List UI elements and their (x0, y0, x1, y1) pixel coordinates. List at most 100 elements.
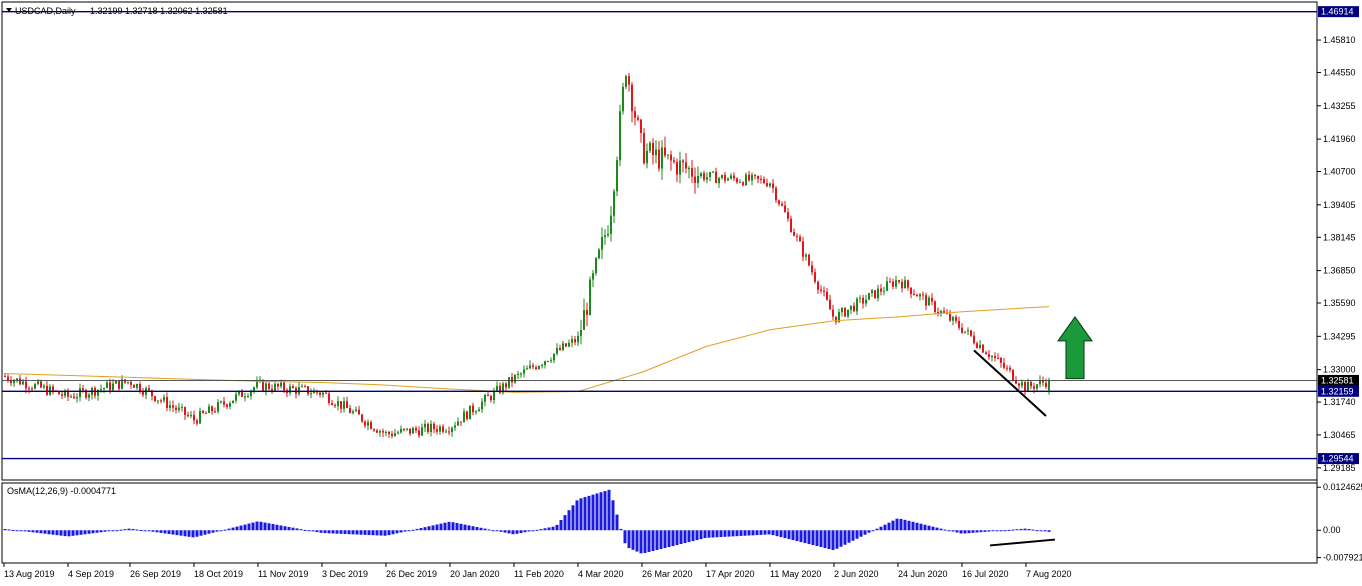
osma-bar (355, 530, 359, 535)
candle-body (934, 301, 936, 312)
candle-body (430, 423, 432, 433)
osma-bar (499, 530, 503, 532)
date-axis-tick-label: 26 Mar 2020 (642, 569, 693, 579)
candle-body (256, 381, 258, 388)
candle-body (901, 281, 903, 289)
osma-bar (611, 500, 615, 531)
osma-bar (271, 524, 275, 531)
candle-body (1003, 362, 1005, 368)
osma-bar (583, 497, 587, 531)
candle-body (418, 430, 420, 436)
osma-bar (523, 530, 527, 533)
candle-body (814, 272, 816, 282)
candle-body (925, 295, 927, 306)
candle-body (844, 308, 846, 317)
osma-bar (855, 530, 859, 539)
osma-bar (191, 530, 195, 538)
osma-bar (1019, 528, 1023, 531)
osma-bar (463, 524, 467, 531)
osma-bar (159, 530, 163, 533)
price-axis-tick-label: 1.33000 (1323, 365, 1356, 375)
candle-body (988, 354, 990, 358)
candle-body (973, 335, 975, 344)
osma-bar (55, 530, 59, 536)
osma-bar (951, 530, 955, 532)
candle-body (367, 422, 369, 426)
osma-bar (395, 530, 399, 534)
date-axis-tick-label: 2 Jun 2020 (834, 569, 879, 579)
candle-body (442, 426, 444, 432)
candle-body (760, 178, 762, 180)
osma-bar (599, 492, 603, 531)
osma-bar (411, 529, 415, 531)
osma-bar (623, 530, 627, 544)
candle-body (373, 429, 375, 431)
osma-bar (1031, 529, 1035, 531)
osma-bar (227, 528, 231, 531)
candle-body (526, 368, 528, 370)
osma-axis-tick-label: 0.00 (1323, 525, 1341, 535)
osma-bar (807, 530, 811, 545)
candle-body (433, 423, 435, 430)
candle-body (715, 171, 717, 184)
osma-bar (943, 529, 947, 531)
candle-body (793, 232, 795, 236)
candle-body (817, 281, 819, 290)
osma-bar (451, 522, 455, 531)
candle-body (553, 353, 555, 361)
candle-body (217, 402, 219, 412)
candle-body (646, 150, 648, 164)
candle-body (625, 76, 627, 87)
osma-bar (267, 523, 271, 531)
candle-body (733, 175, 735, 179)
osma-bar (407, 530, 411, 532)
candle-body (508, 377, 510, 388)
candle-body (388, 431, 390, 435)
osma-bar (783, 530, 787, 539)
osma-bar (591, 494, 595, 531)
osma-bar (135, 529, 139, 531)
osma-bar (439, 523, 443, 531)
usdcad-chart: 1.46914 1.32581 1.32159 1.29544 1.29185 1.30… (0, 0, 1362, 584)
candle-body (439, 426, 441, 432)
osma-bar (879, 526, 883, 531)
candle-body (742, 182, 744, 186)
osma-bar (387, 530, 391, 536)
candle-body (118, 380, 120, 389)
price-axis-tick-label: 1.43255 (1323, 101, 1356, 111)
osma-bar (575, 500, 579, 531)
candle-body (211, 406, 213, 412)
osma-bar (763, 530, 767, 535)
candle-body (1027, 382, 1029, 391)
candle-body (31, 388, 33, 390)
osma-bar (459, 523, 463, 531)
candle-body (754, 174, 756, 176)
osma-bar (939, 528, 943, 531)
candle-body (142, 391, 144, 395)
candle-body (955, 316, 957, 321)
candle-body (565, 343, 567, 347)
candle-body (727, 178, 729, 181)
osma-bar (863, 530, 867, 535)
candle-body (454, 425, 456, 428)
candle-body (166, 397, 168, 408)
osma-bar (471, 526, 475, 531)
osma-bar (183, 530, 187, 537)
candle-body (529, 365, 531, 369)
candle-body (661, 147, 663, 169)
date-axis-tick-label: 18 Oct 2019 (194, 569, 243, 579)
osma-bar (519, 530, 523, 534)
osma-bar (823, 530, 827, 549)
price-axis-tick-label: 1.40700 (1323, 167, 1356, 177)
osma-bar (263, 522, 267, 531)
osma-bar (967, 530, 971, 534)
candle-body (910, 287, 912, 295)
candle-body (667, 154, 669, 156)
osma-bar (423, 527, 427, 531)
osma-bar (735, 530, 739, 537)
candle-body (562, 343, 564, 350)
osma-bar (195, 530, 199, 537)
osma-bar (963, 530, 967, 534)
osma-bar (531, 530, 535, 532)
candle-body (595, 258, 597, 274)
